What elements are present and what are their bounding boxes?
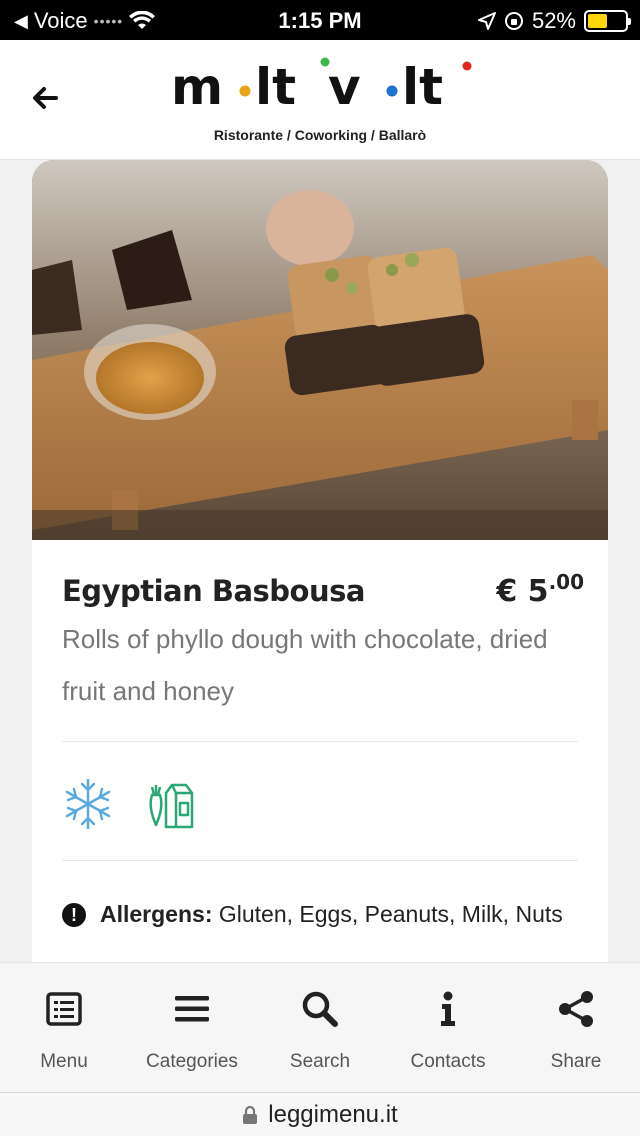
info-icon xyxy=(441,991,455,1026)
bottom-nav: Menu Categories Search Contacts Share xyxy=(0,962,640,1092)
dish-title: Egyptian Basbousa xyxy=(62,574,365,608)
svg-text:v: v xyxy=(328,58,361,116)
lock-icon xyxy=(243,1105,258,1124)
vegetarian-icon xyxy=(149,783,194,829)
nav-label: Menu xyxy=(40,1051,88,1072)
location-icon xyxy=(477,12,496,30)
divider xyxy=(62,860,578,861)
nav-share[interactable]: Share xyxy=(512,963,640,1092)
url-text: leggimenu.it xyxy=(268,1100,398,1128)
allergens-list: Gluten, Eggs, Peanuts, Milk, Nuts xyxy=(218,901,563,927)
price-main: € 5 xyxy=(496,574,549,609)
svg-text:lt: lt xyxy=(255,58,296,116)
nav-label: Contacts xyxy=(410,1051,486,1072)
logo: m lt v lt Ristorante / Coworking / Balla… xyxy=(160,54,480,143)
search-icon xyxy=(302,991,338,1027)
dish-photo xyxy=(32,160,608,540)
dish-price: € 5.00 xyxy=(496,570,584,609)
logo-wordmark: m lt v lt xyxy=(171,57,472,116)
nav-categories[interactable]: Categories xyxy=(128,963,256,1092)
svg-text:lt: lt xyxy=(402,58,443,116)
dish-card: Egyptian Basbousa € 5.00 Rolls of phyllo… xyxy=(32,160,608,980)
price-cents: .00 xyxy=(548,570,584,594)
title-row: Egyptian Basbousa € 5.00 xyxy=(62,570,584,609)
nav-label: Share xyxy=(550,1051,602,1072)
battery-fill xyxy=(588,14,607,28)
dish-photo-illustration xyxy=(32,160,608,540)
svg-text:m: m xyxy=(171,58,223,116)
hamburger-icon xyxy=(175,996,209,1022)
allergens-row: ! Allergens: Gluten, Eggs, Peanuts, Milk… xyxy=(62,901,578,928)
share-icon xyxy=(559,991,593,1027)
nav-label: Categories xyxy=(146,1051,238,1072)
battery-percent: 52% xyxy=(531,8,576,33)
menu-list-icon xyxy=(46,992,82,1026)
nav-menu[interactable]: Menu xyxy=(0,963,128,1092)
snowflake-icon xyxy=(65,778,111,830)
allergens-label: Allergens: xyxy=(100,901,213,927)
nav-contacts[interactable]: Contacts xyxy=(384,963,512,1092)
battery-icon xyxy=(584,10,631,32)
browser-url-bar[interactable]: leggimenu.it xyxy=(0,1092,640,1136)
status-bar: ◀ Voice ••••• 1:15 PM 52% xyxy=(0,0,640,40)
alert-icon: ! xyxy=(62,902,86,927)
feature-icons xyxy=(62,742,578,860)
logo-tagline: Ristorante / Coworking / Ballarò xyxy=(213,127,427,143)
nav-label: Search xyxy=(289,1051,351,1072)
orientation-lock-icon xyxy=(504,12,523,30)
dish-details: Egyptian Basbousa € 5.00 Rolls of phyllo… xyxy=(32,540,608,928)
nav-search[interactable]: Search xyxy=(256,963,384,1092)
dish-description: Rolls of phyllo dough with chocolate, dr… xyxy=(62,624,548,706)
allergens-text: Allergens: Gluten, Eggs, Peanuts, Milk, … xyxy=(100,901,563,928)
status-right: 52% xyxy=(477,8,631,34)
app-header: m lt v lt Ristorante / Coworking / Balla… xyxy=(0,40,640,160)
back-arrow-icon[interactable] xyxy=(26,78,66,118)
